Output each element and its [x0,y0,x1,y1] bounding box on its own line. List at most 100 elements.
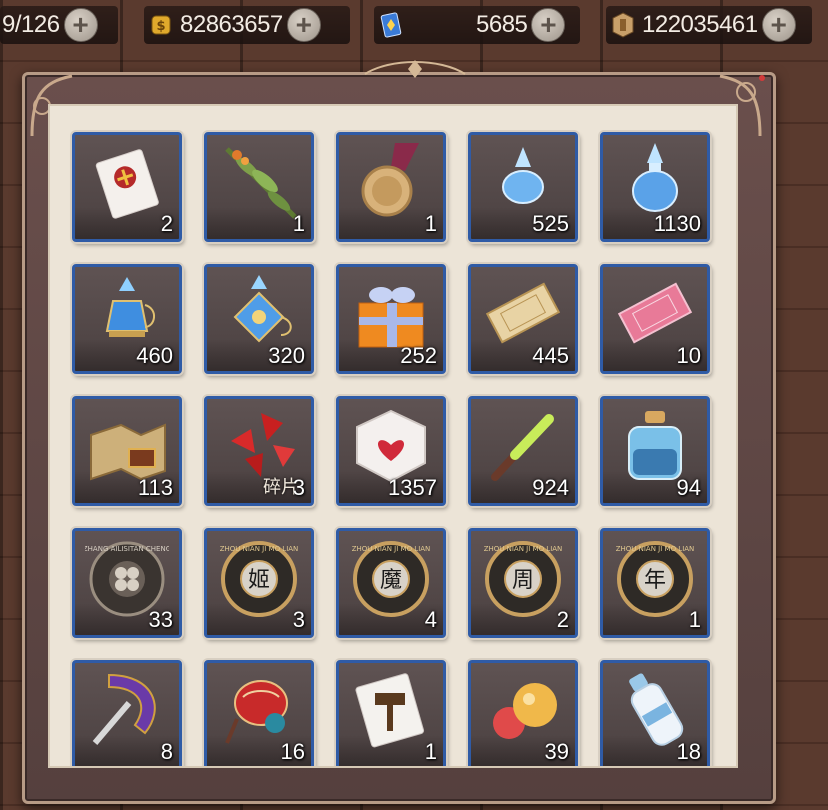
treasure-map-icon [90,423,166,481]
item-slot-candy-balls[interactable]: 39 [468,660,578,766]
item-count: 2 [556,607,569,632]
coin-ring-text: ZHOU NIAN JI MO LIAN [220,545,299,553]
coin-zhou-icon: 周 ZHOU NIAN JI MO LIAN [484,541,563,617]
ticket-counter: 122035461 + [606,6,812,44]
item-count: 2 [160,211,173,236]
candy-balls-icon [493,683,557,739]
item-count: 525 [532,211,569,236]
item-count: 94 [676,475,701,500]
item-count: 8 [160,739,173,764]
item-count: 3 [292,607,305,632]
add-ticket-button[interactable]: + [761,8,796,42]
item-slot-coin-zhou[interactable]: 周 ZHOU NIAN JI MO LIAN 2 [468,528,578,638]
item-slot-herb[interactable]: 1 [204,132,314,242]
item-slot-large-potion[interactable]: 1130 [600,132,710,242]
item-count: 1 [424,739,437,764]
item-slot-heart-dice[interactable]: 1357 [336,396,446,506]
item-count: 39 [544,739,569,764]
ticket-icon [610,12,636,38]
item-slot-coin-ji[interactable]: 姬 ZHOU NIAN JI MO LIAN 3 [204,528,314,638]
milk-bottle-icon [629,673,684,746]
gold-ticket-icon [485,282,561,344]
coin-mo-icon: 魔 ZHOU NIAN JI MO LIAN [352,541,431,617]
item-count: 3 [292,475,305,500]
coin-icon: $ [148,12,174,38]
item-slot-ink-bottle[interactable]: 94 [600,396,710,506]
item-slot-perfume-bottle[interactable]: 460 [72,264,182,374]
stamina-counter: 9/126 + [0,6,118,44]
item-slot-hammer-ticket[interactable]: 1 [336,660,446,766]
item-slot-red-lantern[interactable]: 16 [204,660,314,766]
coin-ring-text: ZHOU NIAN JI MO LIAN [616,545,695,553]
gift-box-icon [358,287,424,348]
svg-text:$: $ [156,19,165,34]
item-count: 4 [424,607,437,632]
medal-icon [361,143,419,217]
coin-ring-text: ZHANG AILISITAN CHENG [85,545,169,553]
coin-glyph: 姬 [248,568,270,593]
item-slot-coin-nian[interactable]: 年 ZHOU NIAN JI MO LIAN 1 [600,528,710,638]
item-slot-gold-ticket[interactable]: 445 [468,264,578,374]
item-count: 16 [280,739,305,764]
item-count: 113 [137,475,173,500]
item-count: 445 [532,343,569,368]
clover-coin-icon: ZHANG AILISITAN CHENG [85,541,169,617]
item-count: 1 [688,607,701,632]
item-slot-red-fragments[interactable]: 碎片 3 [204,396,314,506]
crystal-card-icon [378,12,404,38]
add-stamina-button[interactable]: + [63,8,98,42]
item-count: 10 [676,343,701,368]
ink-bottle-icon [628,411,682,480]
item-count: 252 [400,343,437,368]
small-blue-potion-icon [502,147,544,204]
coin-ring-text: ZHOU NIAN JI MO LIAN [484,545,563,553]
item-count: 18 [676,739,701,764]
currency-bar: 9/126 + $ 82863657 + 5685 + 122035461 + [0,0,828,52]
ticket-value: 122035461 [642,11,758,38]
gold-value: 82863657 [180,11,283,38]
top-ornament-icon [364,60,466,78]
herb-bundle-icon [225,147,297,219]
coin-nian-icon: 年 ZHOU NIAN JI MO LIAN [616,541,695,617]
crystal-counter: 5685 + [374,6,580,44]
perfume-bottle-icon [105,277,155,337]
purple-scythe-icon [92,673,156,745]
red-lantern-icon [225,680,288,744]
item-slot-pink-ticket[interactable]: 10 [600,264,710,374]
item-count: 924 [532,475,569,500]
coin-glyph: 年 [644,568,666,593]
coin-ji-icon: 姬 ZHOU NIAN JI MO LIAN [220,541,299,617]
item-slot-gift-box[interactable]: 252 [336,264,446,374]
coin-glyph: 周 [512,568,534,593]
item-count: 1 [292,211,305,236]
item-count: 33 [148,607,173,632]
item-slot-treasure-map[interactable]: 113 [72,396,182,506]
item-slot-coin-mo[interactable]: 魔 ZHOU NIAN JI MO LIAN 4 [336,528,446,638]
hammer-ticket-icon [355,673,425,748]
ticket-card-icon [95,149,159,219]
item-slot-glow-stick[interactable]: 924 [468,396,578,506]
item-slot-small-potion[interactable]: 525 [468,132,578,242]
item-slot-ornate-perfume[interactable]: 320 [204,264,314,374]
coin-glyph: 魔 [380,568,402,593]
add-crystal-button[interactable]: + [531,8,566,42]
item-count: 1 [424,211,437,236]
item-slot-clover-coin[interactable]: ZHANG AILISITAN CHENG 33 [72,528,182,638]
crystal-value: 5685 [476,11,528,38]
item-count: 1357 [388,475,437,500]
gold-counter: $ 82863657 + [144,6,350,44]
item-slot-purple-scythe[interactable]: 8 [72,660,182,766]
inventory-panel: 2 1 1 525 1130 460 320 252 445 10 113 碎片… [48,104,738,768]
item-slot-milk-bottle[interactable]: 18 [600,660,710,766]
large-blue-potion-icon [632,143,678,212]
glow-stick-icon [491,414,554,481]
add-gold-button[interactable]: + [286,8,321,42]
coin-ring-text: ZHOU NIAN JI MO LIAN [352,545,431,553]
heart-dice-icon [356,409,426,483]
pink-ticket-icon [617,282,693,344]
ornate-perfume-icon [233,275,292,343]
item-slot-medal[interactable]: 1 [336,132,446,242]
item-slot-gift-ticket[interactable]: 2 [72,132,182,242]
item-count: 460 [136,343,173,368]
item-count: 1130 [653,211,701,236]
